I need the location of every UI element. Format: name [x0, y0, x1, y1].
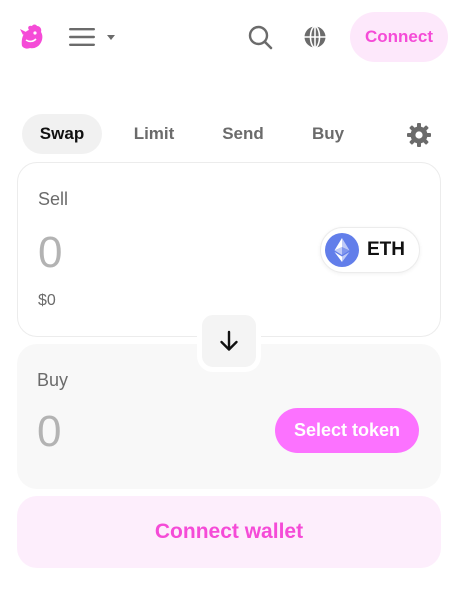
buy-amount-input[interactable]: 0 [37, 410, 61, 454]
uniswap-logo-icon[interactable] [16, 22, 46, 52]
sell-token-symbol: ETH [367, 239, 405, 260]
connect-wallet-button[interactable]: Connect wallet [17, 496, 441, 568]
header: Connect [0, 0, 464, 76]
connect-button[interactable]: Connect [350, 12, 448, 62]
menu-dropdown[interactable] [68, 24, 118, 50]
gear-icon [407, 123, 431, 147]
hamburger-menu-icon [69, 28, 95, 46]
tab-send[interactable]: Send [208, 114, 278, 154]
tab-swap[interactable]: Swap [22, 114, 102, 154]
eth-icon [325, 233, 359, 267]
sell-label: Sell [38, 189, 69, 209]
tab-buy[interactable]: Buy [302, 114, 354, 154]
arrow-down-icon [220, 330, 238, 351]
select-token-button[interactable]: Select token [275, 408, 419, 453]
swap-page: Connect Swap Limit Send Buy Sell 0 $0 ET… [0, 0, 464, 607]
search-button[interactable] [247, 24, 273, 50]
settings-button[interactable] [406, 122, 432, 148]
sell-token-selector[interactable]: ETH [320, 227, 420, 273]
sell-amount-input[interactable]: 0 [38, 231, 62, 275]
search-icon [248, 25, 273, 50]
sell-usd-value: $0 [38, 292, 56, 309]
caret-down-icon [107, 35, 115, 40]
tab-limit[interactable]: Limit [122, 114, 186, 154]
swap-direction-button[interactable] [197, 310, 261, 372]
language-button[interactable] [302, 24, 328, 50]
buy-label: Buy [37, 370, 69, 390]
globe-icon [304, 25, 326, 49]
swap-tabs: Swap Limit Send Buy [22, 114, 442, 154]
